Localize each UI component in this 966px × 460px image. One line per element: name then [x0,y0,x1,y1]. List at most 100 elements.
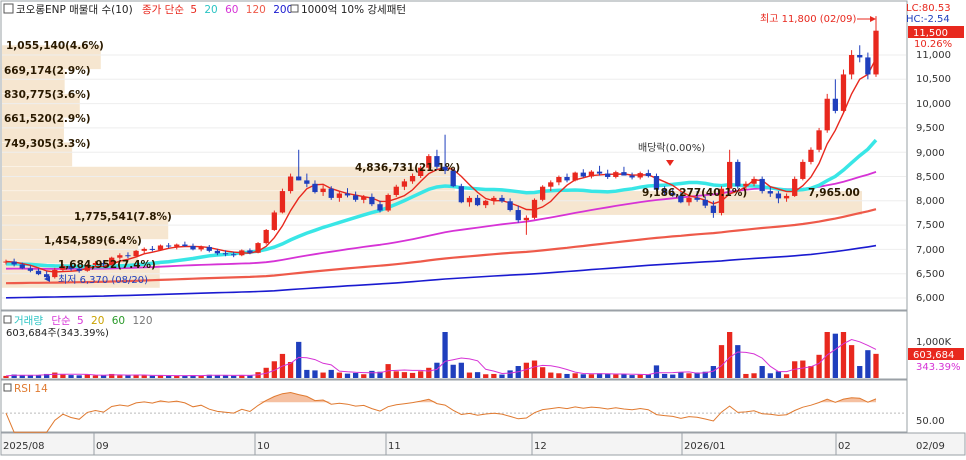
volume-bar [564,373,570,378]
volume-bar [800,360,806,378]
candle-body [816,130,822,150]
candle-body [165,245,172,247]
price-tick: 9,000 [916,148,945,159]
chart-header: 코오롱ENP 매물대 수(10) 종가 단순 5 20 60 120 200 1… [3,3,406,16]
lc-label: LC:80.53 [906,3,951,14]
candle-body [214,250,221,254]
candle-body [808,149,814,162]
candle-body [865,57,871,75]
hc-label: HC:-2.54 [906,14,950,25]
candle-body [247,250,253,253]
candle-body [377,204,383,211]
candle-body [783,195,790,199]
candle-body [564,176,570,181]
candle-body [125,255,131,257]
low-annotation: 최저 6,370 (08/20) [58,274,148,286]
volume-bar [426,367,432,378]
candle-body [344,193,351,196]
price-tick: 7,000 [916,245,945,256]
volume-bar [336,372,343,378]
candle-body [361,196,367,200]
candle-body [174,244,180,247]
volume-title: 거래량 [14,315,43,327]
rsi-pane[interactable] [0,379,908,433]
candle-body [149,248,155,250]
candle-body [499,197,505,202]
candle-body [312,183,318,193]
volume-bar [808,366,814,378]
volume-bar [605,373,611,378]
volume-bar [409,372,416,378]
volume-bar [670,374,676,378]
pattern-note: 1000억 10% 강세패턴 [301,4,406,16]
volume-bar [76,375,82,378]
volume-bar [483,374,489,378]
volume-bar [68,375,74,378]
candle-body [580,172,586,177]
volume-bar [247,375,253,378]
volume-bar [539,367,546,378]
candle-body [702,199,708,206]
candle-body [222,253,229,255]
volume-bar [588,374,595,378]
volume-bar [304,369,310,378]
stock-chart[interactable]: 코오롱ENP 매물대 수(10) 종가 단순 5 20 60 120 200 1… [0,0,966,456]
volume-bar [434,362,440,378]
volume-bar [52,372,58,378]
volume-bar [491,373,497,378]
high-annotation: 최고 11,800 (02/09) [760,13,856,25]
volume-bar [686,373,692,378]
candle-body [792,178,798,196]
candle-body [507,201,513,211]
candle-body [239,250,245,256]
volume-bar [442,332,448,378]
price-tick: 8,500 [916,172,945,183]
x-tick: 2026/01 [684,441,726,452]
volume-bar [149,375,155,378]
x-tick: 02 [838,441,851,452]
volume-bar [165,375,172,378]
svg-text:거래량 단순 5 20: 거래량 단순 5 20 60 120 [14,315,153,327]
price-axis: 11,000 10,500 10,000 9,500 9,000 8,500 8… [916,50,951,304]
candle-body [3,261,9,263]
candle-body [751,178,757,184]
stock-name[interactable]: 코오롱ENP 매물대 수(10) [16,4,133,16]
volume-bar [556,373,562,378]
volume-bar [783,374,790,378]
candle-body [588,171,595,177]
candle-body [11,261,17,265]
profile-label: 9,186,277(40.1%) [642,187,747,199]
volume-bar [816,354,822,378]
volume-bar [312,370,318,378]
candle-body [710,205,717,213]
profile-label: 830,775(3.6%) [4,89,91,101]
candle-body [255,243,261,253]
candle-body [401,181,408,187]
candle-body [141,248,147,251]
candle-body [198,246,204,250]
volume-bar [352,372,359,378]
volume-bar [759,366,765,378]
candle-body [458,186,464,203]
volume-bar [499,374,505,378]
volume-bar [865,350,871,378]
volume-bar [125,375,131,378]
candle-body [775,193,782,199]
candle-body [19,264,25,269]
volume-bar [393,371,399,378]
x-tick: 2025/08 [3,441,45,452]
candle-body [873,30,879,75]
candle-body [190,245,196,250]
candle-body [767,191,773,194]
volume-bar [117,375,123,378]
candle-body [824,98,830,131]
candle-body [523,217,530,221]
profile-label: 1,775,541(7.8%) [74,211,172,223]
volume-bar [231,375,237,378]
candle-body [613,172,619,177]
volume-bar [418,371,424,378]
profile-label: 661,520(2.9%) [4,113,91,125]
volume-bar [661,373,668,378]
volume-bar [531,360,538,378]
current-volume-text: 603,684주(343.39%) [6,328,109,339]
